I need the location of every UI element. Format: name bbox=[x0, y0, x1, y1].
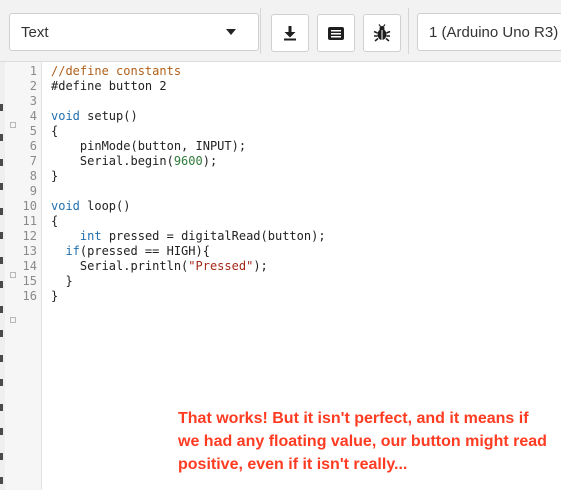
fold-marker[interactable] bbox=[10, 317, 16, 323]
code-token: pinMode(button, INPUT); bbox=[51, 139, 247, 153]
line-number: 10 bbox=[22, 199, 37, 213]
code-editor[interactable]: 1 2 3 4 5 6 7 8 9 10 11 12 13 14 15 16 //define constan… bbox=[0, 62, 561, 490]
code-line[interactable]: #define button 2 bbox=[51, 79, 167, 94]
margin-marker bbox=[0, 281, 3, 288]
margin-marker bbox=[0, 134, 3, 141]
code-line[interactable]: void loop() bbox=[51, 199, 130, 214]
line-number: 6 bbox=[29, 139, 37, 153]
code-line[interactable]: { bbox=[51, 124, 58, 139]
code-line[interactable]: Serial.begin(9600); bbox=[51, 154, 217, 169]
margin-marker bbox=[0, 159, 3, 166]
line-number: 13 bbox=[22, 244, 37, 258]
code-token: 9600 bbox=[173, 154, 203, 168]
code-line[interactable]: if(pressed == HIGH){ bbox=[51, 244, 210, 259]
line-number: 3 bbox=[29, 94, 37, 108]
code-token: "Pressed" bbox=[188, 259, 254, 273]
code-token: loop() bbox=[79, 199, 131, 213]
code-line[interactable]: } bbox=[51, 169, 58, 184]
code-token: Serial.println( bbox=[51, 259, 189, 273]
code-line[interactable]: Serial.println("Pressed"); bbox=[51, 259, 268, 274]
line-number: 12 bbox=[22, 229, 37, 243]
code-token: int bbox=[79, 229, 102, 243]
code-token: { bbox=[51, 214, 59, 228]
board-select[interactable]: 1 (Arduino Uno R3) bbox=[417, 13, 561, 51]
bug-icon bbox=[373, 24, 391, 42]
line-number: 14 bbox=[22, 259, 37, 273]
code-line[interactable]: } bbox=[51, 289, 58, 304]
margin-marker bbox=[0, 208, 3, 215]
code-token: if bbox=[65, 244, 80, 258]
annotation-text: That works! But it isn't perfect, and it… bbox=[178, 410, 547, 473]
line-number: 16 bbox=[22, 289, 37, 303]
line-number: 4 bbox=[29, 109, 37, 123]
margin-marker bbox=[0, 453, 3, 460]
toolbar-divider bbox=[260, 8, 261, 54]
code-token: (pressed == HIGH){ bbox=[79, 244, 210, 258]
code-token: ); bbox=[202, 154, 218, 168]
board-select-value: 1 (Arduino Uno R3) bbox=[429, 24, 559, 41]
code-line[interactable]: pinMode(button, INPUT); bbox=[51, 139, 246, 154]
margin-marker bbox=[0, 404, 3, 411]
code-line[interactable]: { bbox=[51, 214, 58, 229]
line-number: 2 bbox=[29, 79, 37, 93]
margin-marker bbox=[0, 257, 3, 264]
code-token: setup() bbox=[79, 109, 138, 123]
line-number: 11 bbox=[22, 214, 37, 228]
code-line[interactable] bbox=[51, 184, 58, 199]
margin-marker bbox=[0, 104, 3, 111]
code-editor-window: Text 1 (Arduino Uno R3) 1 2 3 4 5 6 7 8 … bbox=[0, 0, 561, 490]
margin-marker bbox=[0, 306, 3, 313]
margin-marker bbox=[0, 330, 3, 337]
download-icon bbox=[284, 26, 296, 41]
line-number: 5 bbox=[29, 124, 37, 138]
margin-marker bbox=[0, 379, 3, 386]
line-number: 15 bbox=[22, 274, 37, 288]
upload-button[interactable] bbox=[317, 14, 355, 52]
code-token: } bbox=[51, 169, 59, 183]
margin-marker bbox=[0, 183, 3, 190]
code-line[interactable] bbox=[51, 94, 58, 109]
download-button[interactable] bbox=[271, 14, 309, 52]
code-token: //define constants bbox=[51, 64, 182, 78]
toolbar: Text 1 (Arduino Uno R3) bbox=[0, 0, 561, 62]
line-number: 7 bbox=[29, 154, 37, 168]
toolbar-divider bbox=[408, 8, 409, 54]
line-number: 8 bbox=[29, 169, 37, 183]
chevron-down-icon bbox=[226, 29, 236, 35]
code-token: #define button 2 bbox=[51, 79, 167, 93]
line-number: 9 bbox=[29, 184, 37, 198]
line-number: 1 bbox=[29, 64, 37, 78]
margin-marker bbox=[0, 355, 3, 362]
margin-marker bbox=[0, 428, 3, 435]
code-token: void bbox=[51, 109, 80, 123]
code-token: } bbox=[51, 289, 59, 303]
code-token: void bbox=[51, 199, 80, 213]
margin-marker bbox=[0, 477, 3, 484]
code-mode-select[interactable]: Text bbox=[9, 13, 259, 51]
code-token: } bbox=[51, 274, 73, 288]
margin-marker bbox=[0, 232, 3, 239]
code-line[interactable]: } bbox=[51, 274, 73, 289]
debug-button[interactable] bbox=[363, 14, 401, 52]
code-line[interactable]: int pressed = digitalRead(button); bbox=[51, 229, 326, 244]
code-token: Serial.begin( bbox=[51, 154, 174, 168]
upload-icon bbox=[328, 27, 344, 40]
code-token: { bbox=[51, 124, 59, 138]
code-line[interactable]: //define constants bbox=[51, 64, 181, 79]
code-mode-value: Text bbox=[21, 24, 49, 41]
code-token: ); bbox=[253, 259, 268, 273]
code-token: pressed = digitalRead(button); bbox=[101, 229, 326, 243]
code-line[interactable]: void setup() bbox=[51, 109, 138, 124]
